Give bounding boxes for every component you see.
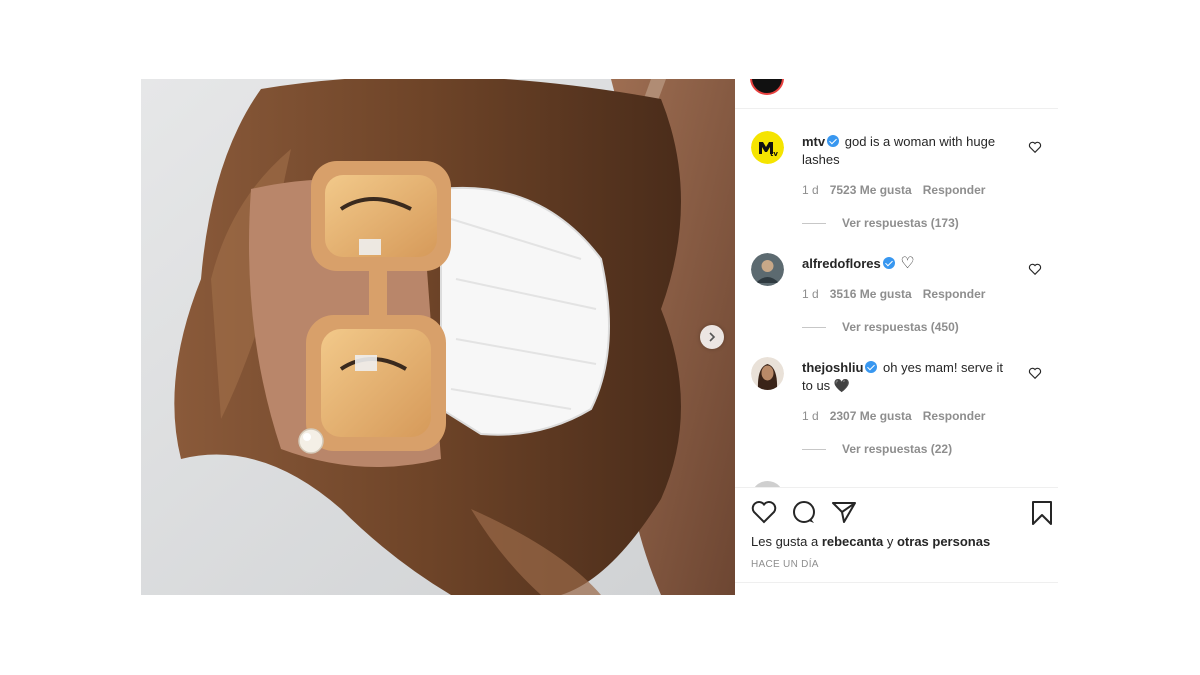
avatar[interactable] [751, 253, 784, 286]
verified-badge-icon [827, 135, 840, 147]
chevron-right-icon [709, 332, 716, 342]
view-replies-label: Ver respuestas (173) [842, 216, 959, 230]
comment-body: ♡ [900, 255, 915, 272]
author-avatar[interactable] [750, 79, 784, 95]
comment-username[interactable]: alfredoflores [802, 256, 881, 271]
view-replies-button[interactable]: Ver respuestas (450) [802, 320, 959, 334]
heart-icon[interactable] [1028, 262, 1042, 276]
likes-summary: Les gusta a rebecanta y otras personas [751, 534, 990, 549]
verified-badge-icon [865, 361, 878, 373]
post-side-panel: tv mtv god is a woman with huge lashes 1… [735, 79, 1058, 595]
selfie-illustration [141, 79, 735, 595]
comment-meta: 1 d 3516 Me gusta Responder [802, 287, 996, 301]
divider [735, 582, 1058, 583]
next-image-button[interactable] [700, 325, 724, 349]
divider-line [802, 223, 826, 225]
post-photo [141, 79, 735, 595]
post-header [735, 79, 1058, 109]
mtv-logo-icon: tv [751, 131, 784, 164]
post-timestamp[interactable]: HACE UN DÍA [751, 559, 819, 570]
heart-icon[interactable] [1028, 140, 1042, 154]
user-photo-icon [751, 253, 784, 286]
avatar[interactable]: tv [751, 131, 784, 164]
likes-prefix: Les gusta a [751, 534, 822, 549]
comment-likes[interactable]: 3516 Me gusta [830, 287, 912, 301]
comment-likes[interactable]: 2307 Me gusta [830, 409, 912, 423]
divider-line [802, 449, 826, 451]
liked-by-user[interactable]: rebecanta [822, 534, 883, 549]
comment-icon[interactable] [791, 500, 817, 524]
share-icon[interactable] [831, 500, 857, 524]
reply-button[interactable]: Responder [923, 287, 986, 301]
comment-time[interactable]: 1 d [802, 409, 819, 423]
comment-likes[interactable]: 7523 Me gusta [830, 183, 912, 197]
avatar[interactable] [751, 357, 784, 390]
comment-meta: 1 d 2307 Me gusta Responder [802, 409, 996, 423]
view-replies-button[interactable]: Ver respuestas (173) [802, 216, 959, 230]
reply-button[interactable]: Responder [923, 183, 986, 197]
comment-time[interactable]: 1 d [802, 287, 819, 301]
comment-meta: 1 d 7523 Me gusta Responder [802, 183, 996, 197]
like-heart-icon[interactable] [751, 500, 777, 524]
comment-text: mtv god is a woman with huge lashes [802, 133, 1017, 169]
post-actions: Les gusta a rebecanta y otras personas H… [735, 487, 1058, 595]
svg-text:tv: tv [770, 150, 778, 158]
heart-icon[interactable] [1028, 366, 1042, 380]
view-replies-label: Ver respuestas (22) [842, 442, 953, 456]
likes-joiner: y [883, 534, 897, 549]
view-replies-label: Ver respuestas (450) [842, 320, 959, 334]
liked-by-others[interactable]: otras personas [897, 534, 990, 549]
comment-username[interactable]: mtv [802, 134, 825, 149]
divider-line [802, 327, 826, 329]
verified-badge-icon [882, 257, 895, 269]
comment-username[interactable]: thejoshliu [802, 360, 863, 375]
comment-text: alfredoflores ♡ [802, 255, 1017, 273]
comment-time[interactable]: 1 d [802, 183, 819, 197]
bookmark-icon[interactable] [1031, 500, 1053, 526]
comment-text: thejoshliu oh yes mam! serve it to us 🖤 [802, 359, 1017, 395]
view-replies-button[interactable]: Ver respuestas (22) [802, 442, 952, 456]
user-photo-icon [751, 357, 784, 390]
reply-button[interactable]: Responder [923, 409, 986, 423]
